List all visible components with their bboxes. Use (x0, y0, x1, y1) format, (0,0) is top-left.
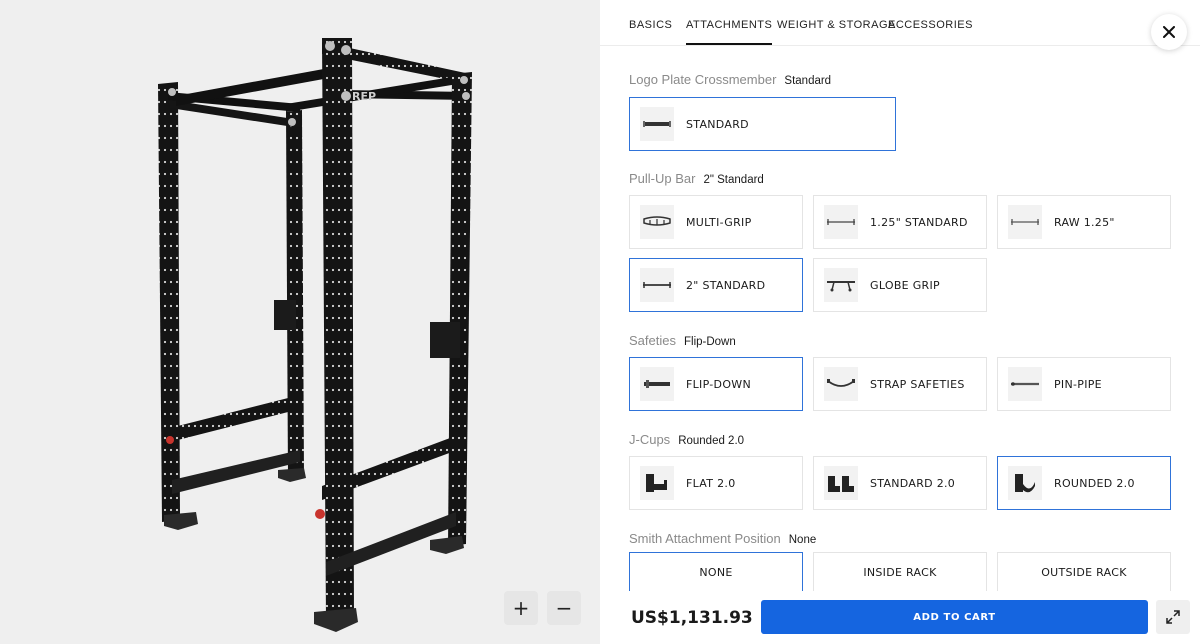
option-jcup-rounded[interactable]: ROUNDED 2.0 (997, 456, 1171, 510)
pin-pipe-icon (1008, 367, 1042, 401)
section-title: Pull-Up Bar (629, 171, 696, 186)
expand-icon (1166, 610, 1180, 624)
tab-accessories[interactable]: ACCESSORIES (888, 19, 973, 43)
straight-bar-icon (1008, 205, 1042, 239)
crossmember-icon (640, 107, 674, 141)
option-label: 1.25" STANDARD (870, 215, 968, 229)
section-value: 2" Standard (703, 174, 764, 186)
section-value: Rounded 2.0 (678, 435, 745, 447)
section-safeties-header: Safeties Flip-Down (629, 333, 736, 348)
fullscreen-button[interactable] (1156, 600, 1190, 634)
strap-safety-icon (824, 367, 858, 401)
j-cup-icon (1008, 466, 1042, 500)
option-pullup-multi-grip[interactable]: MULTI-GRIP (629, 195, 803, 249)
option-smith-inside[interactable]: INSIDE RACK (813, 552, 987, 591)
option-label: STANDARD (686, 117, 749, 131)
multi-grip-bar-icon (640, 205, 674, 239)
option-label: NONE (699, 565, 733, 579)
option-label: ROUNDED 2.0 (1054, 476, 1135, 490)
option-label: 2" STANDARD (686, 278, 766, 292)
tab-weight-storage[interactable]: WEIGHT & STORAGE (777, 19, 896, 43)
close-button[interactable] (1151, 14, 1187, 50)
section-pullup-header: Pull-Up Bar 2" Standard (629, 171, 764, 186)
option-pullup-2-standard[interactable]: 2" STANDARD (629, 258, 803, 312)
option-jcup-standard[interactable]: STANDARD 2.0 (813, 456, 987, 510)
flip-down-safety-icon (640, 367, 674, 401)
option-jcup-flat[interactable]: FLAT 2.0 (629, 456, 803, 510)
section-title: Logo Plate Crossmember (629, 72, 777, 87)
option-label: GLOBE GRIP (870, 278, 940, 292)
option-label: RAW 1.25" (1054, 215, 1115, 229)
tab-bar: BASICS ATTACHMENTS WEIGHT & STORAGE ACCE… (600, 0, 1200, 46)
section-value: Flip-Down (683, 336, 736, 348)
option-safety-pin-pipe[interactable]: PIN-PIPE (997, 357, 1171, 411)
option-safety-strap[interactable]: STRAP SAFETIES (813, 357, 987, 411)
section-logo-plate-header: Logo Plate Crossmember Standard (629, 72, 831, 87)
close-icon (1163, 26, 1175, 38)
option-pullup-globe-grip[interactable]: GLOBE GRIP (813, 258, 987, 312)
checkout-footer: US$1,131.93 ADD TO CART (600, 591, 1200, 644)
section-title: J-Cups (629, 432, 671, 447)
zoom-in-button[interactable]: + (504, 591, 538, 625)
straight-bar-icon (640, 268, 674, 302)
j-cup-icon (824, 466, 858, 500)
section-value: None (788, 534, 817, 546)
power-rack-render[interactable]: REP (0, 0, 600, 644)
options-scroll-area[interactable]: Logo Plate Crossmember Standard STANDARD… (600, 47, 1200, 591)
section-smith-header: Smith Attachment Position None (629, 531, 816, 546)
option-label: MULTI-GRIP (686, 215, 752, 229)
option-safety-flip-down[interactable]: FLIP-DOWN (629, 357, 803, 411)
option-label: INSIDE RACK (863, 565, 937, 579)
add-to-cart-button[interactable]: ADD TO CART (761, 600, 1148, 634)
option-smith-none[interactable]: NONE (629, 552, 803, 591)
tab-basics[interactable]: BASICS (629, 19, 672, 43)
tab-attachments[interactable]: ATTACHMENTS (686, 19, 773, 45)
section-title: Smith Attachment Position (629, 531, 781, 546)
option-logo-standard[interactable]: STANDARD (629, 97, 896, 151)
globe-grip-bar-icon (824, 268, 858, 302)
section-value: Standard (784, 75, 832, 87)
option-label: STRAP SAFETIES (870, 377, 965, 391)
rack-logo-text: REP (352, 90, 376, 103)
section-jcups-header: J-Cups Rounded 2.0 (629, 432, 744, 447)
option-pullup-125-standard[interactable]: 1.25" STANDARD (813, 195, 987, 249)
product-3d-viewer[interactable]: REP + − (0, 0, 600, 644)
option-pullup-raw-125[interactable]: RAW 1.25" (997, 195, 1171, 249)
section-title: Safeties (629, 333, 676, 348)
j-cup-icon (640, 466, 674, 500)
option-label: PIN-PIPE (1054, 377, 1102, 391)
total-price: US$1,131.93 (631, 608, 753, 628)
option-smith-outside[interactable]: OUTSIDE RACK (997, 552, 1171, 591)
option-label: FLAT 2.0 (686, 476, 736, 490)
configurator-panel: BASICS ATTACHMENTS WEIGHT & STORAGE ACCE… (600, 0, 1200, 644)
option-label: OUTSIDE RACK (1041, 565, 1127, 579)
option-label: FLIP-DOWN (686, 377, 751, 391)
zoom-out-button[interactable]: − (547, 591, 581, 625)
straight-bar-icon (824, 205, 858, 239)
option-label: STANDARD 2.0 (870, 476, 956, 490)
